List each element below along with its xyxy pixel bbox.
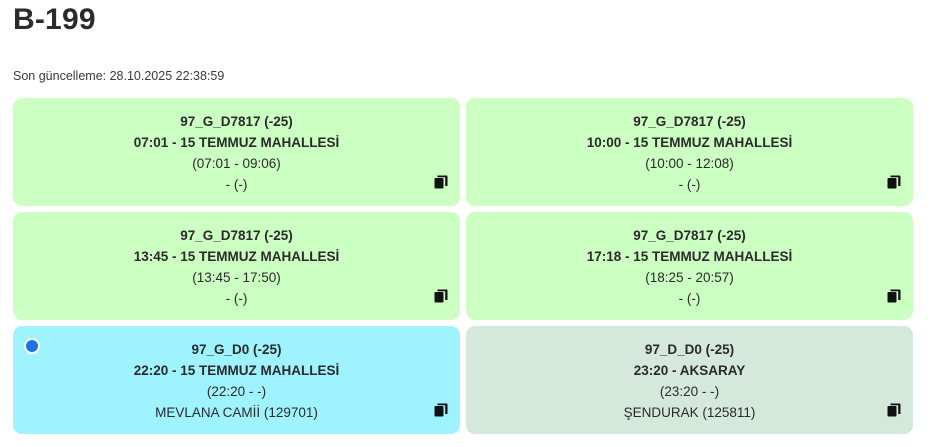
trip-card[interactable]: 97_G_D7817 (-25) 07:01 - 15 TEMMUZ MAHAL… [13, 98, 460, 206]
trip-route: 07:01 - 15 TEMMUZ MAHALLESİ [133, 135, 340, 150]
trip-route: 10:00 - 15 TEMMUZ MAHALLESİ [586, 135, 793, 150]
trip-card-upcoming[interactable]: 97_D_D0 (-25) 23:20 - AKSARAY (23:20 - -… [466, 326, 913, 434]
trip-code: 97_G_D7817 (-25) [633, 114, 746, 129]
trip-code: 97_D_D0 (-25) [644, 342, 735, 357]
trip-times: (13:45 - 17:50) [192, 270, 281, 285]
trip-times: (23:20 - -) [659, 384, 720, 399]
copy-icon[interactable] [887, 289, 901, 303]
trip-times: (10:00 - 12:08) [645, 156, 734, 171]
trip-stop: - (-) [225, 291, 248, 306]
trip-route: 13:45 - 15 TEMMUZ MAHALLESİ [133, 249, 340, 264]
trip-stop: - (-) [225, 177, 248, 192]
last-updated-text: Son güncelleme: 28.10.2025 22:38:59 [13, 69, 225, 83]
trip-code: 97_G_D0 (-25) [191, 342, 282, 357]
trip-card-grid: 97_G_D7817 (-25) 07:01 - 15 TEMMUZ MAHAL… [13, 98, 913, 434]
trip-stop: - (-) [678, 291, 701, 306]
page-title: B-199 [13, 3, 96, 36]
trip-route: 17:18 - 15 TEMMUZ MAHALLESİ [586, 249, 793, 264]
trip-times: (18:25 - 20:57) [645, 270, 734, 285]
trip-stop: - (-) [678, 177, 701, 192]
copy-icon[interactable] [887, 175, 901, 189]
copy-icon[interactable] [434, 175, 448, 189]
trip-card[interactable]: 97_G_D7817 (-25) 17:18 - 15 TEMMUZ MAHAL… [466, 212, 913, 320]
selected-radio-indicator[interactable] [26, 340, 38, 352]
trip-card[interactable]: 97_G_D7817 (-25) 10:00 - 15 TEMMUZ MAHAL… [466, 98, 913, 206]
trip-code: 97_G_D7817 (-25) [633, 228, 746, 243]
copy-icon[interactable] [434, 289, 448, 303]
trip-card-active[interactable]: 97_G_D0 (-25) 22:20 - 15 TEMMUZ MAHALLES… [13, 326, 460, 434]
copy-icon[interactable] [887, 403, 901, 417]
trip-code: 97_G_D7817 (-25) [180, 114, 293, 129]
trip-times: (22:20 - -) [206, 384, 267, 399]
trip-stop: ŞENDURAK (125811) [623, 405, 756, 420]
copy-icon[interactable] [434, 403, 448, 417]
trip-route: 22:20 - 15 TEMMUZ MAHALLESİ [133, 363, 340, 378]
trip-code: 97_G_D7817 (-25) [180, 228, 293, 243]
trip-stop: MEVLANA CAMİİ (129701) [155, 405, 318, 420]
trip-times: (07:01 - 09:06) [192, 156, 281, 171]
trip-route: 23:20 - AKSARAY [633, 363, 746, 378]
trip-card[interactable]: 97_G_D7817 (-25) 13:45 - 15 TEMMUZ MAHAL… [13, 212, 460, 320]
